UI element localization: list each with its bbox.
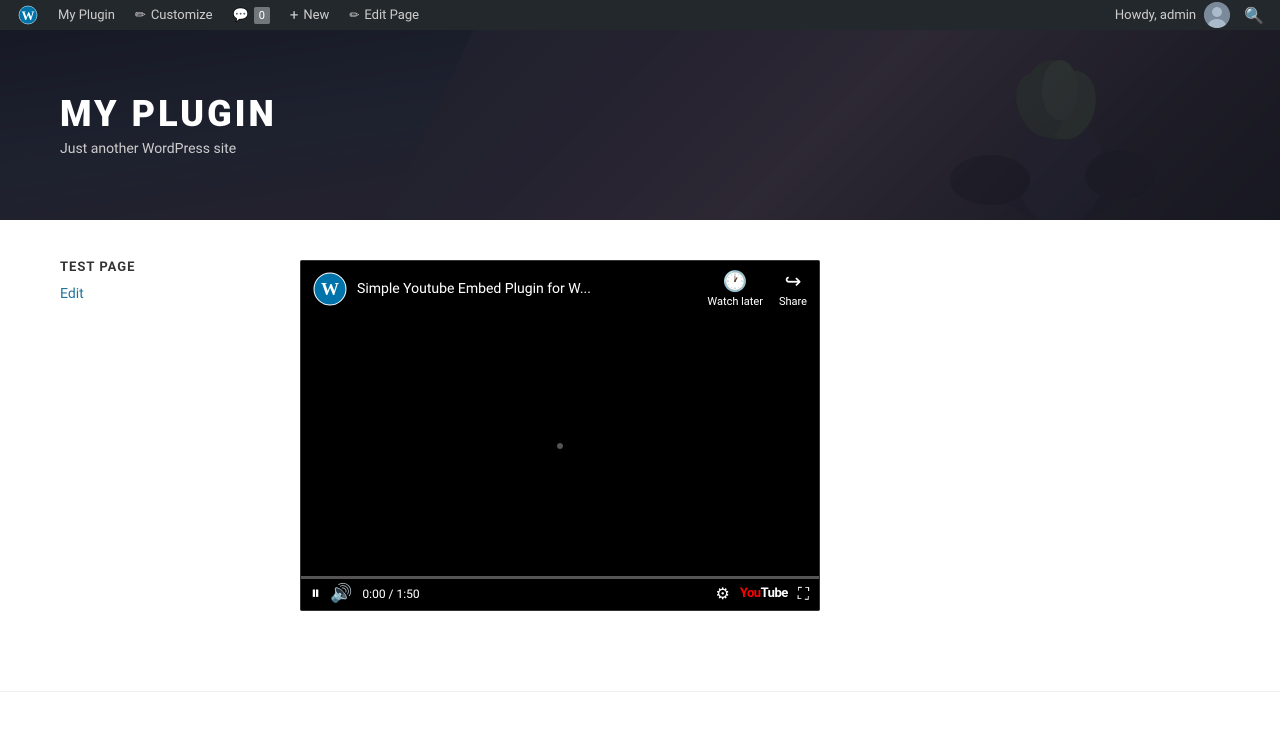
site-footer [0,691,1280,732]
wordpress-logo-icon: W [313,272,347,306]
settings-icon[interactable]: ⚙ [715,584,729,603]
howdy-text: Howdy, admin [1115,8,1196,23]
customize-icon: ✏ [135,8,146,23]
comments-count: 0 [254,7,270,24]
admin-bar: W My Plugin ✏ Customize 💬 0 + New ✏ Edit… [0,0,1280,30]
youtube-controls: ⏸ 🔊 0:00 / 1:50 ⚙ YouTube ⛶ [301,579,819,610]
new-button[interactable]: + New [282,0,337,30]
search-icon[interactable]: 🔍 [1238,6,1270,25]
comments-icon: 💬 [233,8,249,23]
share-icon: ↪ [785,269,802,293]
youtube-logo: YouTube [740,586,788,601]
site-title: MY PLUGIN [60,93,277,135]
adminbar-right: Howdy, admin 🔍 [1115,2,1270,28]
watch-later-label: Watch later [707,295,763,308]
pause-button[interactable]: ⏸ [311,583,320,604]
volume-icon: 🔊 [330,583,352,604]
volume-button[interactable]: 🔊 [330,583,352,604]
watch-later-icon: 🕐 [723,269,748,293]
site-title-block: MY PLUGIN Just another WordPress site [60,93,277,157]
youtube-embed: W Simple Youtube Embed Plugin for W... 🕐… [300,260,820,611]
edit-link[interactable]: Edit [60,286,84,302]
video-player-area[interactable] [301,316,819,576]
edit-icon: ✏ [349,8,359,22]
sidebar-area: TEST PAGE Edit [60,260,260,611]
share-button[interactable]: ↪ Share [779,269,807,308]
customize-button[interactable]: ✏ Customize [127,0,221,30]
fullscreen-icon[interactable]: ⛶ [798,584,809,604]
video-area: W Simple Youtube Embed Plugin for W... 🕐… [300,260,1220,611]
comments-button[interactable]: 💬 0 [225,0,278,30]
user-avatar[interactable] [1204,2,1230,28]
watch-later-button[interactable]: 🕐 Watch later [707,269,763,308]
video-title: Simple Youtube Embed Plugin for W... [357,281,697,297]
customize-label: Customize [151,8,213,23]
svg-text:W: W [321,279,339,299]
edit-page-label: Edit Page [364,8,419,23]
wp-logo-button[interactable]: W [10,0,46,30]
plus-icon: + [290,6,299,24]
loading-indicator [557,443,563,449]
youtube-actions: 🕐 Watch later ↪ Share [707,269,807,308]
progress-bar[interactable] [301,576,819,579]
svg-text:W: W [22,8,35,23]
pause-icon: ⏸ [311,583,320,604]
my-plugin-button[interactable]: My Plugin [50,0,123,30]
site-header: MY PLUGIN Just another WordPress site [0,30,1280,220]
new-label: New [303,8,329,23]
edit-page-button[interactable]: ✏ Edit Page [341,0,427,30]
my-plugin-label: My Plugin [58,8,115,23]
main-content: TEST PAGE Edit W Simple Youtube Embed Pl… [0,220,1280,651]
adminbar-left: W My Plugin ✏ Customize 💬 0 + New ✏ Edit… [10,0,1115,30]
page-title: TEST PAGE [60,260,260,275]
share-label: Share [779,295,807,308]
site-tagline: Just another WordPress site [60,141,277,157]
youtube-header: W Simple Youtube Embed Plugin for W... 🕐… [301,261,819,316]
time-display: 0:00 / 1:50 [362,587,705,601]
right-controls: ⚙ YouTube ⛶ [715,584,809,604]
